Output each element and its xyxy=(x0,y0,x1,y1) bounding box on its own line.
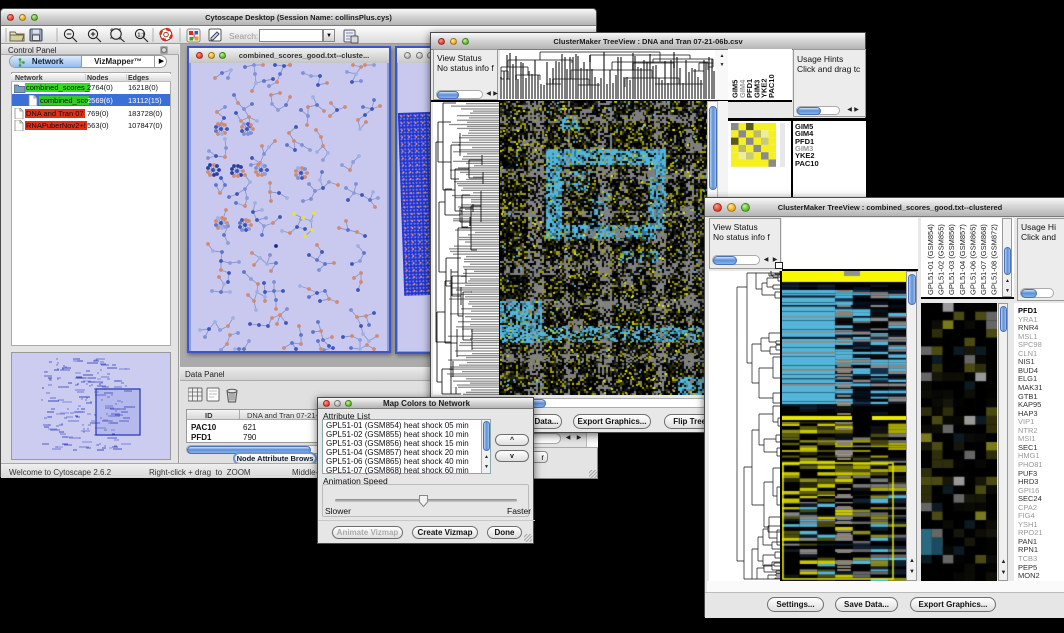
svg-text:PAC10: PAC10 xyxy=(767,74,776,98)
svg-text:GPL51-03 (GSM856): GPL51-03 (GSM856) xyxy=(947,224,956,295)
svg-text:GPL51-01 (GSM854): GPL51-01 (GSM854) xyxy=(926,224,935,295)
svg-text:1:1: 1:1 xyxy=(138,33,145,39)
svg-text:GPL51-06 (GSM865): GPL51-06 (GSM865) xyxy=(968,224,977,295)
svg-text:GPL51-07 (GSM868): GPL51-07 (GSM868) xyxy=(979,224,988,295)
svg-text:GPL51-02 (GSM855): GPL51-02 (GSM855) xyxy=(937,224,946,295)
svg-text:GPL51-04 (GSM857): GPL51-04 (GSM857) xyxy=(958,224,967,295)
svg-text:GPL51-08 (GSM872): GPL51-08 (GSM872) xyxy=(990,224,999,295)
